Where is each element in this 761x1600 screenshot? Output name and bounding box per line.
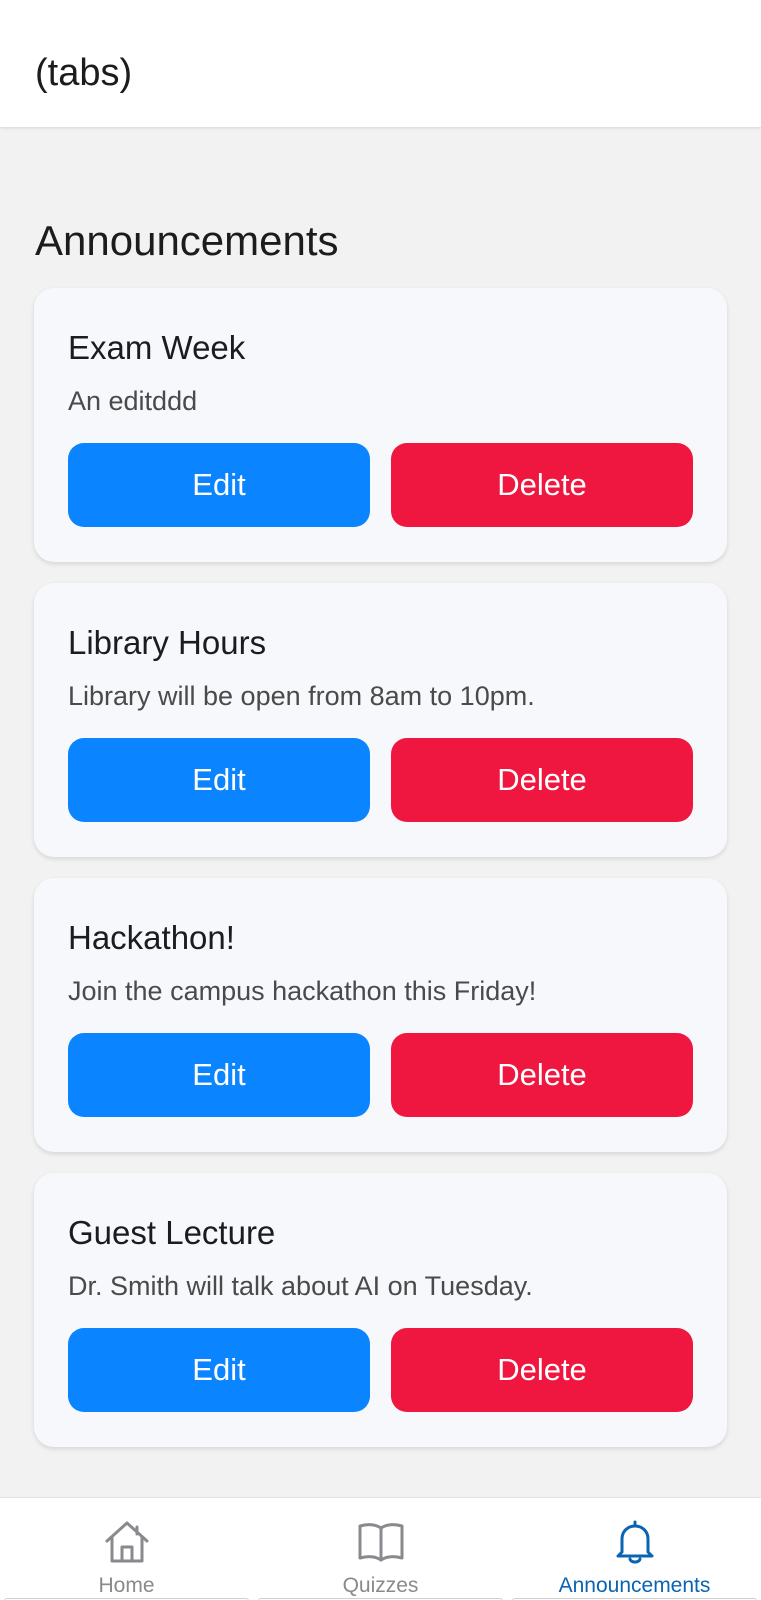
tab-announcements[interactable]: Announcements [508,1498,761,1600]
announcement-title: Exam Week [68,329,246,366]
announcement-title: Library Hours [68,624,267,661]
tab-quizzes[interactable]: Quizzes [254,1498,507,1600]
announcement-body: Library will be open from 8am to 10pm. [68,681,535,711]
book-icon [358,1523,403,1562]
header: (tabs) [0,0,761,127]
edit-button[interactable]: Edit [68,1033,370,1117]
delete-button[interactable]: Delete [391,738,693,822]
tab-label: Home [98,1574,155,1597]
announcement-title: Hackathon! [68,919,235,956]
announcement-card: Exam Week An editddd Edit Delete [34,288,727,562]
home-icon [105,1521,148,1563]
announcements-list[interactable]: Announcements Exam Week An editddd Edit … [0,127,761,1497]
edit-button[interactable]: Edit [68,443,370,527]
tab-home[interactable]: Home [0,1498,253,1600]
delete-button[interactable]: Delete [391,1033,693,1117]
delete-button[interactable]: Delete [391,1328,693,1412]
delete-button[interactable]: Delete [391,443,693,527]
tab-label: Quizzes [342,1574,419,1597]
tab-label: Announcements [558,1574,711,1597]
bottom-tab-bar: Home Quizzes Announcements [0,1497,761,1600]
announcement-card: Hackathon! Join the campus hackathon thi… [34,878,727,1152]
bell-icon [616,1520,653,1564]
edit-button[interactable]: Edit [68,738,370,822]
announcement-body: An editddd [68,386,198,416]
announcement-title: Guest Lecture [68,1214,276,1251]
edit-button[interactable]: Edit [68,1328,370,1412]
announcement-card: Guest Lecture Dr. Smith will talk about … [34,1173,727,1447]
announcement-body: Dr. Smith will talk about AI on Tuesday. [68,1271,533,1301]
app-screen: (tabs) Announcements Exam Week An editdd… [0,0,761,1600]
header-title: (tabs) [35,52,133,94]
announcement-body: Join the campus hackathon this Friday! [68,976,537,1006]
page-title: Announcements [35,217,339,264]
announcement-card: Library Hours Library will be open from … [34,583,727,857]
